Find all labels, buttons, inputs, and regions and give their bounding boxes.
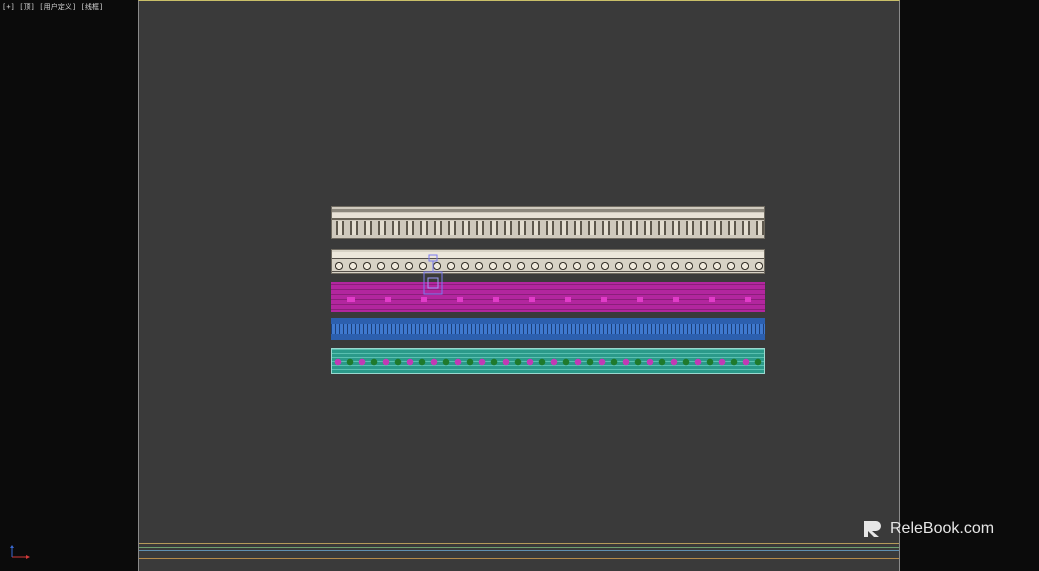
- molding-models[interactable]: [331, 206, 765, 376]
- watermark: ReleBook.com: [862, 517, 994, 541]
- main-viewport[interactable]: [138, 0, 900, 571]
- axis-gizmo-icon: [10, 545, 30, 559]
- molding-strip-egg-dart[interactable]: [331, 249, 765, 274]
- molding-strip-teal[interactable]: [331, 348, 765, 374]
- watermark-text: ReleBook.com: [890, 520, 995, 537]
- molding-strip-magenta[interactable]: [331, 282, 765, 312]
- transform-gizmo-icon[interactable]: [421, 254, 445, 298]
- viewport-label[interactable]: [+] [顶] [用户定义] [线框]: [2, 2, 103, 12]
- ground-rails: [139, 543, 899, 563]
- relebook-logo-icon: [864, 521, 881, 537]
- molding-strip-blue[interactable]: [331, 318, 765, 340]
- molding-strip-cream-dentil[interactable]: [331, 206, 765, 239]
